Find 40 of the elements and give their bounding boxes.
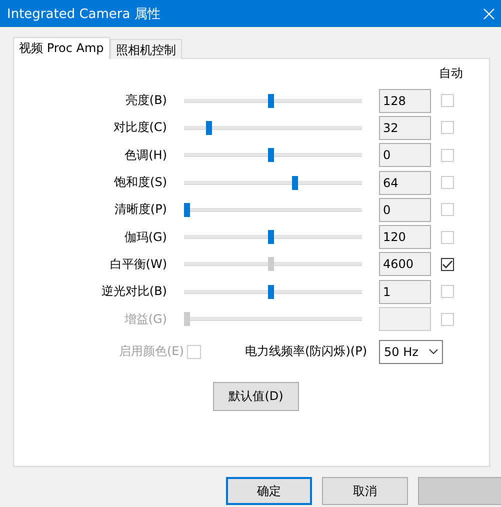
- control-label: 逆光对比(B): [100, 283, 167, 300]
- value-field[interactable]: 32: [379, 116, 431, 140]
- column-header: 自动: [439, 65, 464, 82]
- control-label: 饱和度(S): [113, 174, 167, 192]
- value-field[interactable]: 0: [379, 143, 431, 168]
- control-label: 伽玛(G): [123, 228, 167, 246]
- value-field[interactable]: 4600: [379, 252, 431, 276]
- control-label: 清晰度(P): [113, 201, 167, 218]
- slider-thumb[interactable]: [268, 230, 274, 244]
- checkbox-label: 启用颜色(E): [119, 343, 184, 360]
- control-label: 白平衡(W): [108, 256, 167, 273]
- control-label: 色调(H): [124, 146, 167, 164]
- value-field[interactable]: 128: [379, 88, 431, 113]
- control-label: 增益(G): [123, 310, 167, 328]
- default-button[interactable]: 默认值(D): [213, 382, 299, 411]
- value-field[interactable]: 0: [379, 198, 431, 222]
- value-field[interactable]: [379, 307, 431, 332]
- dialog-button[interactable]: 确定: [226, 477, 312, 505]
- auto-checkbox[interactable]: [441, 258, 454, 271]
- value-field[interactable]: 120: [379, 225, 431, 250]
- value-field[interactable]: 1: [379, 280, 431, 304]
- chevron-icon: [429, 349, 438, 354]
- slider-thumb[interactable]: [268, 148, 274, 162]
- slider-thumb[interactable]: [292, 176, 298, 190]
- close-icon[interactable]: [483, 8, 495, 20]
- dialog-button[interactable]: 取消: [322, 477, 408, 505]
- slider-thumb[interactable]: [268, 284, 274, 299]
- slider-thumb[interactable]: [268, 257, 274, 272]
- slider-thumb[interactable]: [206, 120, 212, 135]
- window-title: Integrated Camera 属性: [7, 6, 160, 22]
- slider-thumb[interactable]: [268, 94, 274, 108]
- slider-thumb[interactable]: [184, 202, 190, 217]
- tab[interactable]: 视频 Proc Amp: [13, 37, 110, 59]
- control-label: 亮度(B): [124, 92, 167, 110]
- control-label: 对比度(C): [112, 119, 167, 136]
- tab[interactable]: 照相机控制: [110, 39, 182, 59]
- powerline-label: 电力线频率(防闪烁)(P): [245, 343, 367, 360]
- value-field[interactable]: 64: [379, 170, 431, 195]
- check-icon: [442, 260, 453, 269]
- frequency-dropdown[interactable]: 50 Hz: [379, 340, 443, 364]
